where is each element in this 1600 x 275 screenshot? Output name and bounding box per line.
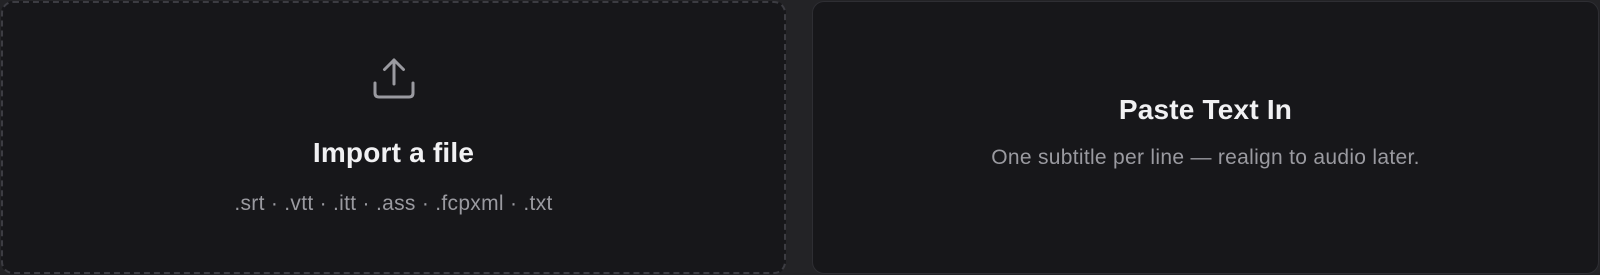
supported-formats: .srt · .vtt · .itt · .ass · .fcpxml · .t… [234,192,553,215]
import-file-dropzone[interactable]: Import a file .srt · .vtt · .itt · .ass … [1,1,786,274]
upload-icon [373,58,414,99]
paste-text-card[interactable]: Paste Text In One subtitle per line — re… [812,1,1599,274]
import-file-title: Import a file [312,137,475,168]
paste-text-title: Paste Text In [1118,93,1293,125]
subtitle-source-picker: Import a file .srt · .vtt · .itt · .ass … [0,0,1600,275]
paste-text-description: One subtitle per line — realign to audio… [991,145,1420,169]
